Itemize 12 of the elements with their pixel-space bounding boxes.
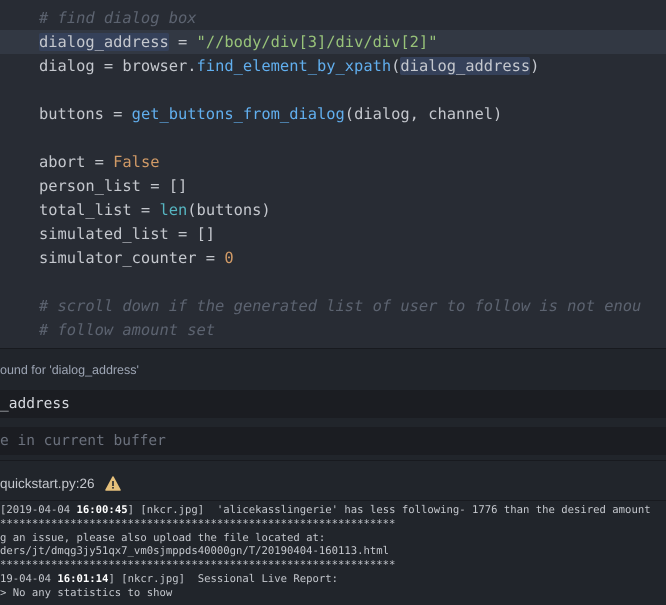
code-editor[interactable] xyxy=(0,0,666,348)
log-line: ************************************************************** xyxy=(0,559,396,573)
console-title: quickstart.py:26 xyxy=(0,476,95,491)
log-line: ders/jt/dmqg3jy51qx7_vm0sjmppds40000gn/T/20190404-160113.html xyxy=(0,545,390,560)
log-line: [2019-04-04 16:00:45] [nkcr.jpg] 'alicekasslingerie' has less following- 1776 than the desired amount xyxy=(0,504,652,518)
find-field[interactable]: _address xyxy=(0,390,666,418)
replace-field[interactable]: e in current buffer xyxy=(0,427,666,455)
find-message: ound for 'dialog_address' xyxy=(0,362,140,379)
log-line: > No any statistics to show xyxy=(0,586,174,601)
log-line: ************************************************************** xyxy=(0,518,396,532)
log-line: 19-04-04 16:01:14] [nkcr.jpg] Sessional Live Report: xyxy=(0,572,340,587)
log-line: g an issue, please also upload the file located at: xyxy=(0,532,326,546)
